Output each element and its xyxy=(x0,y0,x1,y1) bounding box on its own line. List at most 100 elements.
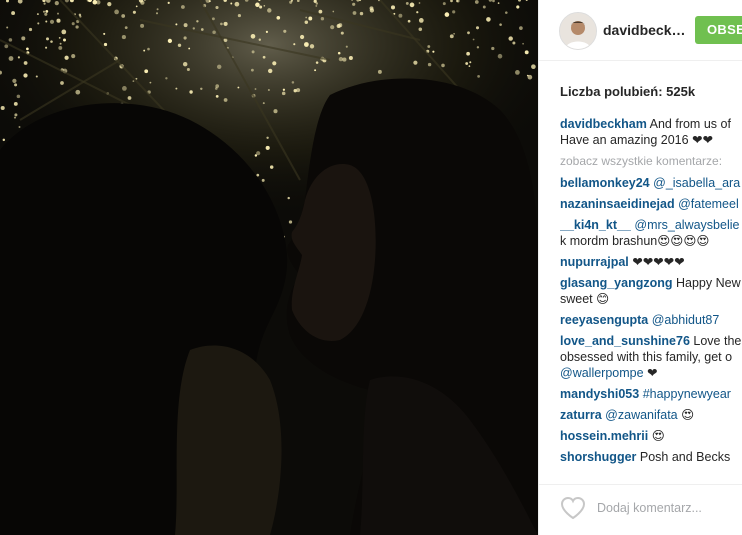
fairy-light xyxy=(107,1,112,7)
fairy-light xyxy=(261,178,265,182)
comment-author[interactable]: nazaninsaeidinejad xyxy=(560,197,675,211)
comment-text: ❤❤❤❤❤ xyxy=(628,255,685,269)
fairy-light xyxy=(476,46,480,49)
fairy-light xyxy=(453,32,455,35)
fairy-light xyxy=(282,88,286,91)
fairy-light xyxy=(300,34,305,40)
comment-mention[interactable]: @_isabella_ara xyxy=(653,176,740,190)
fairy-light xyxy=(308,16,313,21)
comment-author[interactable]: glasang_yangzong xyxy=(560,276,673,290)
fairy-light xyxy=(182,61,188,67)
comment-author[interactable]: love_and_sunshine76 xyxy=(560,334,690,348)
fairy-light xyxy=(413,60,418,65)
fairy-light xyxy=(418,2,421,4)
fairy-light xyxy=(287,196,290,200)
fairy-light xyxy=(124,26,128,29)
caption-author[interactable]: davidbeckham xyxy=(560,117,647,131)
fairy-light xyxy=(467,31,470,35)
fairy-light xyxy=(189,90,193,94)
fairy-light xyxy=(23,61,28,65)
comment-author[interactable]: hossein.mehrii xyxy=(560,429,648,443)
fairy-light xyxy=(318,9,323,14)
fairy-light xyxy=(272,61,277,66)
comment-author[interactable]: zaturra xyxy=(560,408,602,422)
fairy-light xyxy=(491,46,495,51)
fairy-light xyxy=(315,4,318,7)
fairy-light xyxy=(512,41,516,45)
comment-mention[interactable]: @mrs_alwaysbelie xyxy=(634,218,739,232)
fairy-light xyxy=(497,53,503,59)
comment-row: glasang_yangzong Happy New sweet 😊 xyxy=(560,275,742,307)
fairy-light xyxy=(482,5,486,9)
fairy-light xyxy=(8,38,13,42)
fairy-light xyxy=(63,38,66,42)
fairy-light xyxy=(18,126,21,128)
fairy-light xyxy=(42,10,46,13)
fairy-light xyxy=(211,17,215,21)
fairy-light xyxy=(58,45,63,50)
fairy-light xyxy=(45,46,48,49)
fairy-light xyxy=(13,116,17,119)
comment-author[interactable]: reeyasengupta xyxy=(560,313,648,327)
fairy-light xyxy=(519,26,523,30)
fairy-light xyxy=(132,10,136,14)
heart-outline-icon[interactable] xyxy=(560,496,586,520)
fairy-light xyxy=(469,61,472,64)
likes-count[interactable]: Liczba polubień: 525k xyxy=(560,84,695,99)
fairy-light xyxy=(196,20,199,23)
fairy-light xyxy=(256,173,260,177)
fairy-light xyxy=(156,8,159,11)
fairy-light xyxy=(21,36,26,41)
fairy-light xyxy=(250,33,256,39)
comment-author[interactable]: shorshugger xyxy=(560,450,636,464)
fairy-light xyxy=(79,15,82,18)
fairy-light xyxy=(516,5,520,9)
comment-text-line2: k mordm brashun😍😍😍😍 xyxy=(560,234,710,248)
fairy-light xyxy=(122,86,127,91)
fairy-light xyxy=(200,28,204,31)
username-link[interactable]: davidbeck… xyxy=(603,22,685,38)
fairy-light xyxy=(442,2,446,6)
fairy-light xyxy=(255,2,260,8)
fairy-light xyxy=(522,42,524,45)
comment-text: 😍 xyxy=(648,429,665,443)
fairy-light xyxy=(35,75,38,78)
fairy-light xyxy=(183,36,187,40)
fairy-light xyxy=(2,138,6,142)
fairy-light xyxy=(44,12,48,16)
fairy-light xyxy=(390,5,396,10)
fairy-light xyxy=(497,2,500,4)
fairy-light xyxy=(348,56,353,60)
comment-text: 😍 xyxy=(677,408,695,422)
fairy-light xyxy=(265,145,270,150)
comment-text: Love the xyxy=(689,334,742,348)
fairy-light xyxy=(149,81,152,84)
view-all-comments-link[interactable]: zobacz wszystkie komentarze: xyxy=(560,153,742,169)
comment-mention[interactable]: @wallerpompe xyxy=(560,366,644,380)
comment-mention[interactable]: @zawanifata xyxy=(605,408,677,422)
comment-mention[interactable]: @fatemeel xyxy=(678,197,739,211)
fairy-light xyxy=(281,91,286,96)
follow-button[interactable]: OBSERWUJ xyxy=(695,16,742,44)
fairy-light xyxy=(338,56,344,62)
fairy-light xyxy=(186,67,190,72)
fairy-light xyxy=(26,47,29,51)
comment-author[interactable]: __ki4n_kt__ xyxy=(560,218,631,232)
comment-author[interactable]: mandyshi053 xyxy=(560,387,639,401)
fairy-light xyxy=(56,18,61,23)
add-comment-input[interactable] xyxy=(595,497,739,519)
comment-mention[interactable]: #happynewyear xyxy=(643,387,731,401)
caption: davidbeckham And from us of Have an amaz… xyxy=(560,116,742,148)
fairy-light xyxy=(175,23,178,26)
comment-mention[interactable]: @abhidut87 xyxy=(652,313,720,327)
comment-author[interactable]: bellamonkey24 xyxy=(560,176,650,190)
comment-text-line2: obsessed with this family, get o xyxy=(560,350,733,364)
avatar[interactable] xyxy=(559,12,597,50)
fairy-light xyxy=(223,98,228,102)
comment-author[interactable]: nupurrajpal xyxy=(560,255,629,269)
fairy-light xyxy=(352,11,357,15)
fairy-light xyxy=(345,45,348,48)
fairy-light xyxy=(405,1,409,5)
post-header: davidbeck… OBSERWUJ xyxy=(539,0,742,61)
fairy-light xyxy=(499,23,502,26)
